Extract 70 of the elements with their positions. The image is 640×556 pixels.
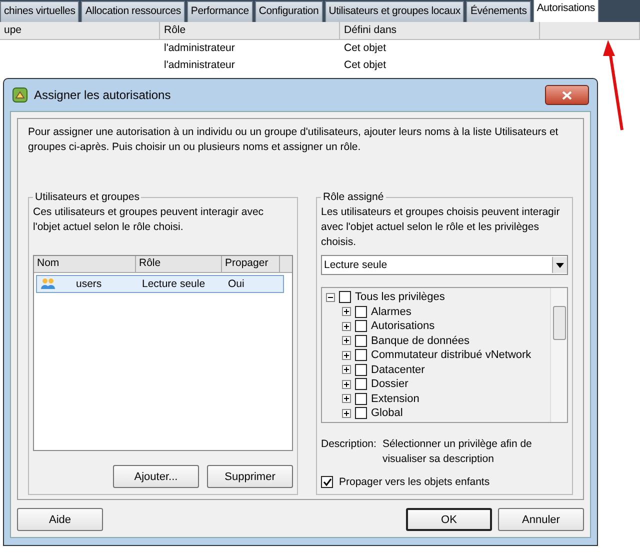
group-title: Utilisateurs et groupes [34,191,140,203]
group-description: Les utilisateurs et groupes choisis peuvent interagir avec l'objet actuel selon le rôle et les privilèges choisis. [321,205,561,250]
collapse-icon[interactable] [326,292,335,302]
dropdown-arrow-icon [556,262,564,268]
checkbox-label[interactable]: Propager vers les objets enfants [339,476,490,488]
list-cell-text: Lecture seule [141,278,206,290]
tree-item[interactable]: Banque de données [371,334,470,347]
table-cell-text: Cet objet [343,41,388,56]
tree-item[interactable]: Alarmes [371,306,412,318]
column-header[interactable]: Nom [34,256,136,272]
checkbox[interactable] [339,291,351,304]
column-header[interactable]: Défini dans [340,22,540,39]
role-dropdown[interactable]: Lecture seule [321,255,568,275]
tree-item[interactable]: Autorisations [371,320,435,332]
expand-icon[interactable] [342,336,351,346]
tree-item[interactable]: Tous les privilèges [355,291,445,304]
checkbox[interactable] [355,349,367,362]
tab[interactable]: Allocation ressources [81,1,185,22]
group-description: Ces utilisateurs et groupes peuvent interagir avec l'objet actuel selon le rôle choisi. [33,205,265,235]
dialog-button[interactable]: OK [406,508,492,531]
expand-icon[interactable] [342,380,351,389]
checkbox[interactable] [355,392,367,405]
table-cell-text: l'administrateur [163,41,236,56]
tree-item[interactable]: Dossier [371,378,408,390]
expand-icon[interactable] [342,350,351,360]
close-button[interactable] [545,85,589,105]
dialog-button[interactable]: Annuler [498,508,584,531]
dialog-title: Assigner les autorisations [34,88,171,102]
tab[interactable]: Configuration [254,1,323,22]
table-cell-text: Cet objet [343,58,388,73]
description-label: Description: [321,437,376,452]
column-header[interactable]: Propager [222,256,280,272]
column-header[interactable]: Rôle [136,256,222,272]
action-button[interactable]: Ajouter... [113,465,199,488]
user-group-icon [40,277,56,291]
user-name: users [76,278,102,290]
checkbox[interactable] [355,407,367,420]
tree-item[interactable]: Global [371,407,403,420]
expand-icon[interactable] [342,394,351,404]
tree-item[interactable]: Extension [371,392,420,405]
instructions-text: Pour assigner une autorisation à un individu ou un groupe d'utilisateurs, ajouter leurs noms à la liste Utilisateurs et groupes ci-après. Puis choisir un ou plusieurs noms et assigner un rôle. [28,125,560,155]
tree-item[interactable]: Datacenter [371,364,425,376]
column-header[interactable]: upe [0,22,160,39]
tree-item[interactable]: Commutateur distribué vNetwork [371,349,532,362]
checkbox[interactable] [355,334,367,347]
permissions-icon [12,87,28,103]
expand-icon[interactable] [342,307,351,316]
tab[interactable]: Événements [466,1,531,22]
expand-icon[interactable] [342,365,351,374]
tab[interactable]: Autorisations [532,0,599,22]
dialog-button[interactable]: Aide [17,508,103,531]
description-text: Sélectionner un privilège afin de visualiser sa description [382,437,533,467]
expand-icon[interactable] [342,322,351,331]
scrollbar[interactable] [550,288,567,422]
tab[interactable]: Utilisateurs et groupes locaux [324,1,464,22]
list-cell-text: Oui [227,278,246,290]
list-row[interactable]: users Lecture seule Oui [36,275,284,293]
close-icon [562,90,572,100]
checkbox[interactable] [355,378,367,390]
group-title: Rôle assigné [322,191,385,203]
table-cell-text: l'administrateur [163,58,236,73]
action-button[interactable]: Supprimer [207,465,293,488]
column-header[interactable]: Rôle [160,22,340,39]
expand-icon[interactable] [342,408,351,418]
checkbox[interactable] [355,364,367,376]
tab[interactable]: Performance [186,1,253,22]
checkbox[interactable] [355,320,367,332]
tab[interactable]: chines virtuelles [0,1,80,22]
checkbox[interactable] [321,476,333,488]
checkbox[interactable] [355,306,367,318]
